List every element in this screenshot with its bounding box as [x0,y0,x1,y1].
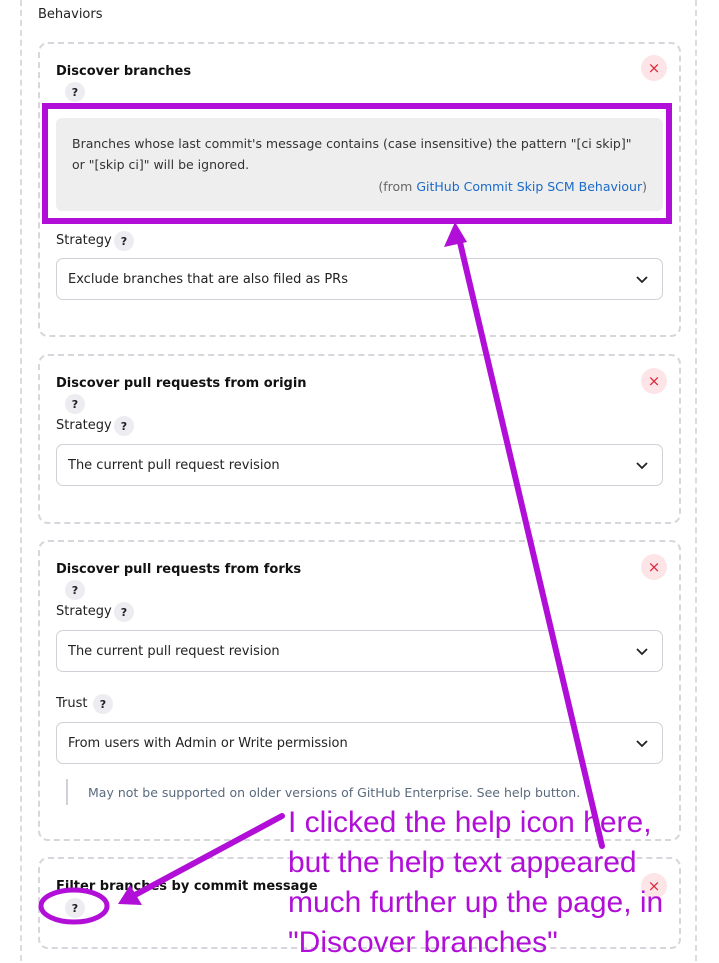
annotation-arrow-up [456,235,605,849]
annotation-text: I clicked the help icon here, but the he… [288,806,664,959]
annotation-circle [38,887,110,925]
annotation-arrowhead-up [444,222,467,247]
annotation-arrow-left [130,813,285,899]
